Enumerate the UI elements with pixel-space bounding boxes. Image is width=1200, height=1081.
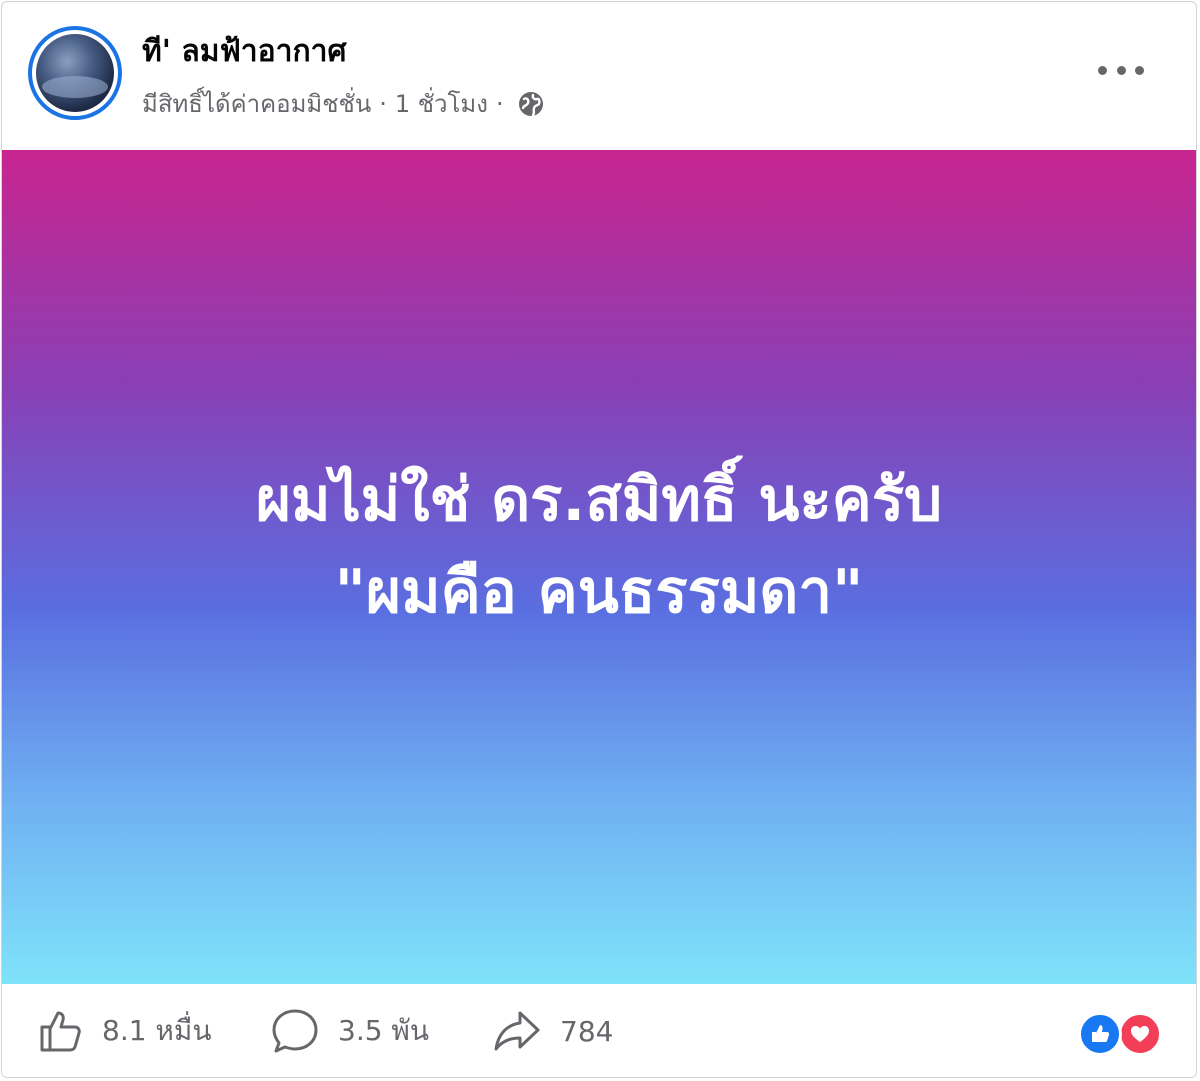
post-header: ที' ลมฟ้าอากาศ มีสิทธิ์ได้ค่าคอมมิชชั่น … — [2, 2, 1196, 150]
more-options-icon — [1116, 65, 1126, 75]
more-options-icon — [1135, 65, 1144, 75]
meta-separator: · — [495, 89, 504, 118]
post-card: ที' ลมฟ้าอากาศ มีสิทธิ์ได้ค่าคอมมิชชั่น … — [1, 1, 1197, 1078]
post-background: ผมไม่ใช่ ดร.สมิทธิ์ นะครับ "ผมคือ คนธรรม… — [2, 150, 1196, 984]
avatar-image — [36, 34, 114, 112]
meta-separator: · — [379, 89, 387, 118]
share-count: 784 — [560, 1014, 614, 1048]
post-time[interactable]: 1 ชั่วโมง — [395, 84, 488, 123]
comment-button[interactable]: 3.5 พัน — [270, 1006, 429, 1056]
more-options-button[interactable] — [1098, 52, 1144, 88]
more-options-icon — [1098, 65, 1107, 75]
share-button[interactable]: 784 — [492, 1006, 613, 1056]
post-text-line-2: "ผมคือ คนธรรมดา" — [334, 557, 864, 627]
comment-icon — [272, 1009, 318, 1053]
page-name[interactable]: ที' ลมฟ้าอากาศ — [142, 28, 347, 75]
globe-icon[interactable] — [518, 91, 544, 117]
love-reaction-icon — [1118, 1012, 1162, 1056]
post-text: ผมไม่ใช่ ดร.สมิทธิ์ นะครับ "ผมคือ คนธรรม… — [256, 454, 942, 638]
post-footer: 8.1 หมื่น 3.5 พัน 784 — [2, 984, 1196, 1077]
commission-label: มีสิทธิ์ได้ค่าคอมมิชชั่น — [142, 90, 372, 118]
post-text-line-1: ผมไม่ใช่ ดร.สมิทธิ์ นะครับ — [255, 465, 943, 535]
reactions-summary[interactable] — [1078, 1012, 1164, 1058]
post-meta: มีสิทธิ์ได้ค่าคอมมิชชั่น · 1 ชั่วโมง · — [142, 84, 544, 123]
avatar-cloud — [42, 76, 108, 98]
like-button[interactable]: 8.1 หมื่น — [36, 1006, 211, 1056]
like-reaction-icon — [1078, 1012, 1122, 1056]
like-count: 8.1 หมื่น — [102, 1014, 212, 1047]
page-avatar[interactable] — [28, 26, 122, 120]
like-icon — [40, 1011, 81, 1052]
share-icon — [494, 1011, 540, 1051]
comment-count: 3.5 พัน — [338, 1014, 430, 1047]
